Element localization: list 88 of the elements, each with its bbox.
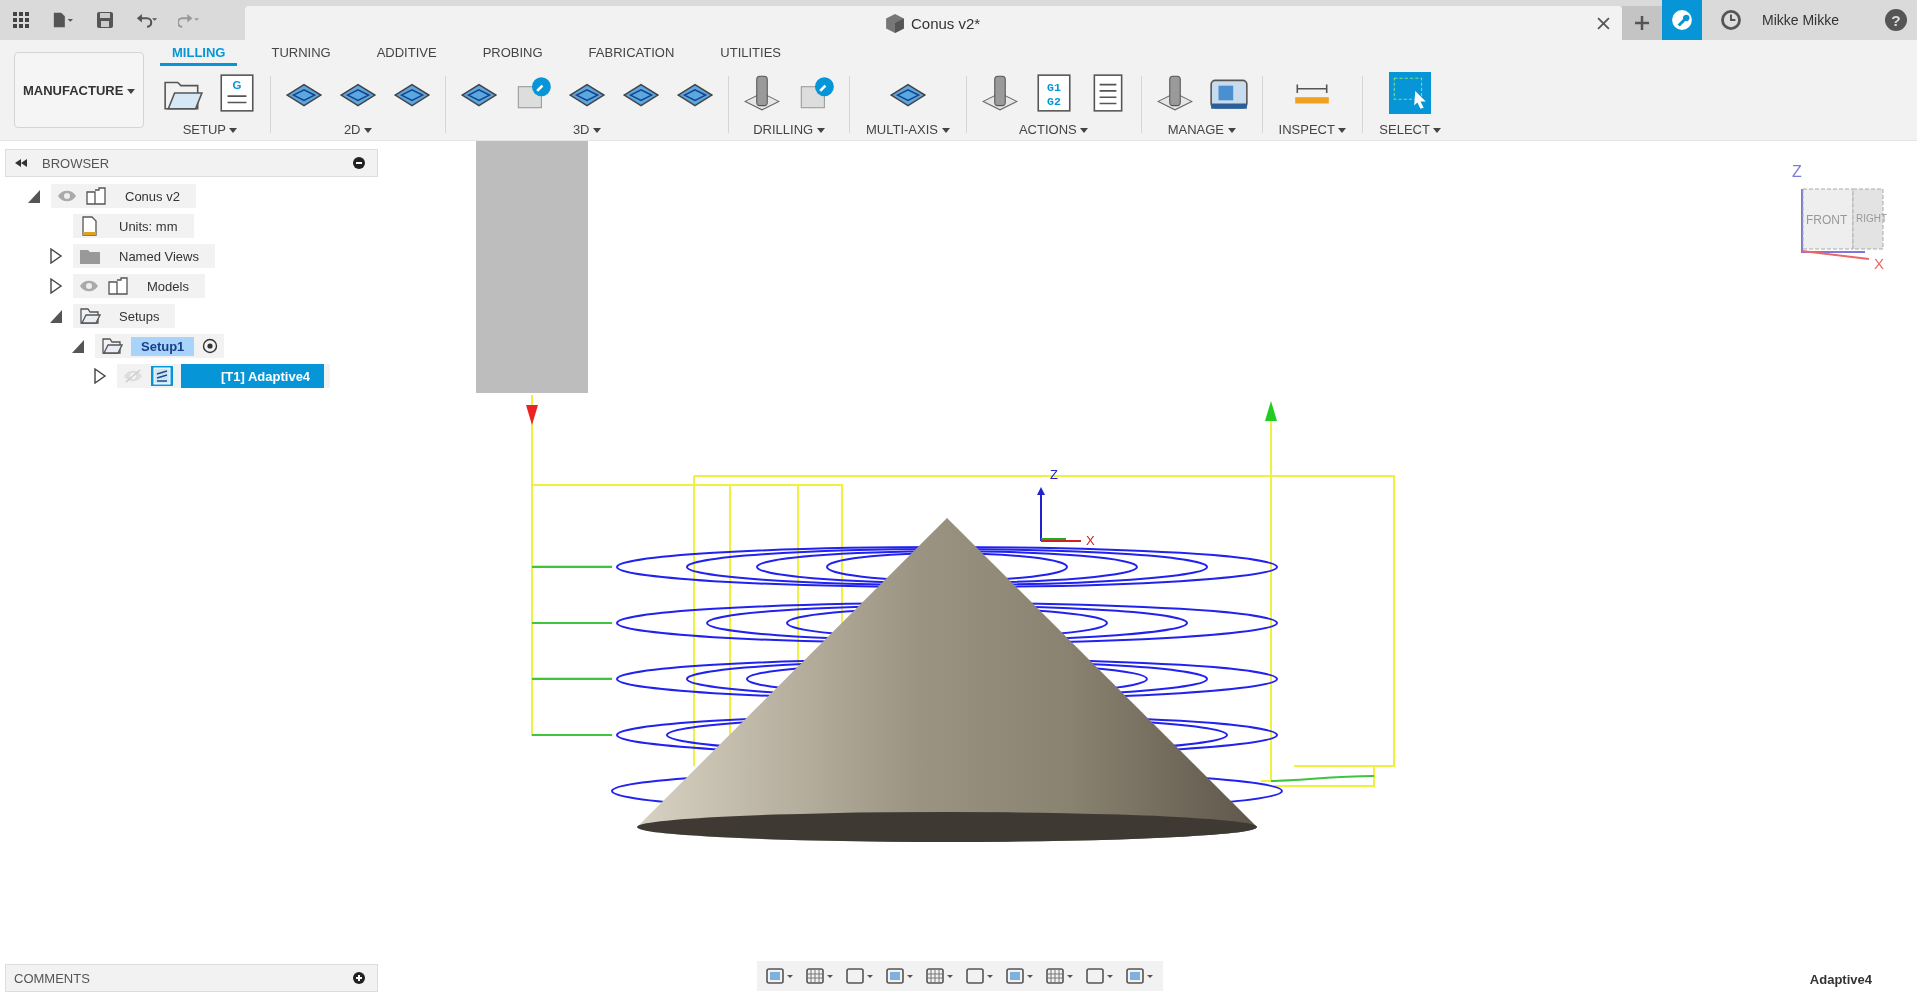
file-icon[interactable] xyxy=(52,11,74,29)
component-icon xyxy=(85,186,107,206)
caret-icon xyxy=(1433,128,1442,134)
group-menu[interactable]: DRILLING xyxy=(749,120,829,139)
group-menu[interactable]: SELECT xyxy=(1375,120,1446,139)
tool-end-marker-icon xyxy=(1265,401,1277,421)
workspace-dropdown[interactable]: MANUFACTURE xyxy=(14,52,144,128)
axis-label: X xyxy=(1086,533,1095,548)
save-icon[interactable] xyxy=(94,11,116,29)
operation-icon xyxy=(151,366,173,386)
view-tool-icon[interactable] xyxy=(1045,966,1075,986)
expand-toggle[interactable] xyxy=(27,188,41,204)
apps-grid-icon[interactable] xyxy=(10,11,32,29)
tool-start-marker-icon xyxy=(526,405,538,425)
caret-icon xyxy=(816,128,825,134)
ribbon-tab[interactable]: PROBING xyxy=(470,45,555,66)
component-icon xyxy=(107,276,129,296)
item-label: Setup1 xyxy=(131,336,195,356)
ribbon-tab[interactable]: TURNING xyxy=(259,45,343,66)
active-setup-icon[interactable] xyxy=(202,338,219,354)
caret-icon xyxy=(1338,128,1347,134)
cube-icon xyxy=(885,13,905,33)
view-tool-icon[interactable] xyxy=(845,966,875,986)
setup-icon xyxy=(101,336,123,356)
group-menu[interactable]: MULTI-AXIS xyxy=(862,120,954,139)
view-tool-icon[interactable] xyxy=(1125,966,1155,986)
view-tool-icon[interactable] xyxy=(965,966,995,986)
axis-triad-icon xyxy=(1037,487,1082,542)
browser-item[interactable]: Setup1 xyxy=(95,334,225,358)
document-tab[interactable]: Conus v2* xyxy=(245,6,1622,40)
item-label: Named Views xyxy=(118,247,200,266)
caret-icon xyxy=(1227,128,1236,134)
view-tool-icon[interactable] xyxy=(885,966,915,986)
close-icon[interactable] xyxy=(1597,16,1610,30)
browser-item[interactable]: Named Views xyxy=(73,244,215,268)
help-icon[interactable]: ? xyxy=(1885,9,1907,31)
view-tool-icon[interactable] xyxy=(925,966,955,986)
axis-label: Z xyxy=(1792,163,1802,181)
group-menu[interactable]: MANAGE xyxy=(1163,120,1240,139)
expand-toggle[interactable] xyxy=(49,248,63,264)
select-icon[interactable] xyxy=(1389,72,1432,114)
browser-item[interactable]: Models xyxy=(73,274,205,298)
expand-toggle[interactable] xyxy=(49,278,63,294)
clock-icon[interactable] xyxy=(1720,9,1742,31)
new-tab-button[interactable] xyxy=(1622,6,1662,40)
view-tool-icon[interactable] xyxy=(1005,966,1035,986)
group-menu[interactable]: 2D xyxy=(339,120,377,139)
status-text: Adaptive4 xyxy=(1809,972,1872,987)
group-menu[interactable]: ACTIONS xyxy=(1014,120,1093,139)
caret-icon xyxy=(1080,128,1089,134)
ribbon-tab[interactable]: UTILITIES xyxy=(708,45,793,66)
item-label: Conus v2 xyxy=(124,187,181,206)
panel-title: COMMENTS xyxy=(14,970,90,986)
expand-toggle[interactable] xyxy=(49,308,63,324)
group-menu[interactable]: INSPECT xyxy=(1274,120,1351,139)
browser-item[interactable]: Conus v2 xyxy=(51,184,196,208)
add-icon[interactable] xyxy=(353,972,365,984)
item-label: Setups xyxy=(118,307,161,326)
caret-icon xyxy=(941,128,950,134)
plus-icon xyxy=(1634,15,1650,31)
view-tool-icon[interactable] xyxy=(765,966,795,986)
wrench-icon xyxy=(1671,9,1693,31)
document-title: Conus v2* xyxy=(911,14,981,32)
extensions-button[interactable] xyxy=(1662,0,1702,40)
undo-icon[interactable] xyxy=(136,11,158,29)
item-label: Units: mm xyxy=(118,217,179,236)
ribbon-tab[interactable]: ADDITIVE xyxy=(364,45,449,66)
caret-icon xyxy=(127,88,135,94)
user-name[interactable]: Mikke Mikke xyxy=(1762,12,1839,28)
axis-label: X xyxy=(1874,255,1884,272)
group-menu[interactable]: SETUP xyxy=(178,120,242,139)
expand-toggle[interactable] xyxy=(71,338,85,354)
caret-icon xyxy=(364,128,373,134)
browser-item[interactable]: Units: mm xyxy=(73,214,194,238)
view-tool-icon[interactable] xyxy=(805,966,835,986)
expand-toggle[interactable] xyxy=(93,368,107,384)
minus-icon[interactable] xyxy=(353,157,365,169)
view-tool-icon[interactable] xyxy=(1085,966,1115,986)
item-label: Models xyxy=(146,277,190,296)
setup-icon xyxy=(79,306,101,326)
item-label: [T1] Adaptive4 xyxy=(181,364,325,388)
ribbon-tab[interactable]: FABRICATION xyxy=(576,45,687,66)
caret-icon xyxy=(593,128,602,134)
collapse-icon[interactable] xyxy=(14,158,28,168)
browser-item[interactable]: Setups xyxy=(73,304,176,328)
panel-title: BROWSER xyxy=(42,155,110,171)
caret-icon xyxy=(229,128,238,134)
group-menu[interactable]: 3D xyxy=(568,120,606,139)
